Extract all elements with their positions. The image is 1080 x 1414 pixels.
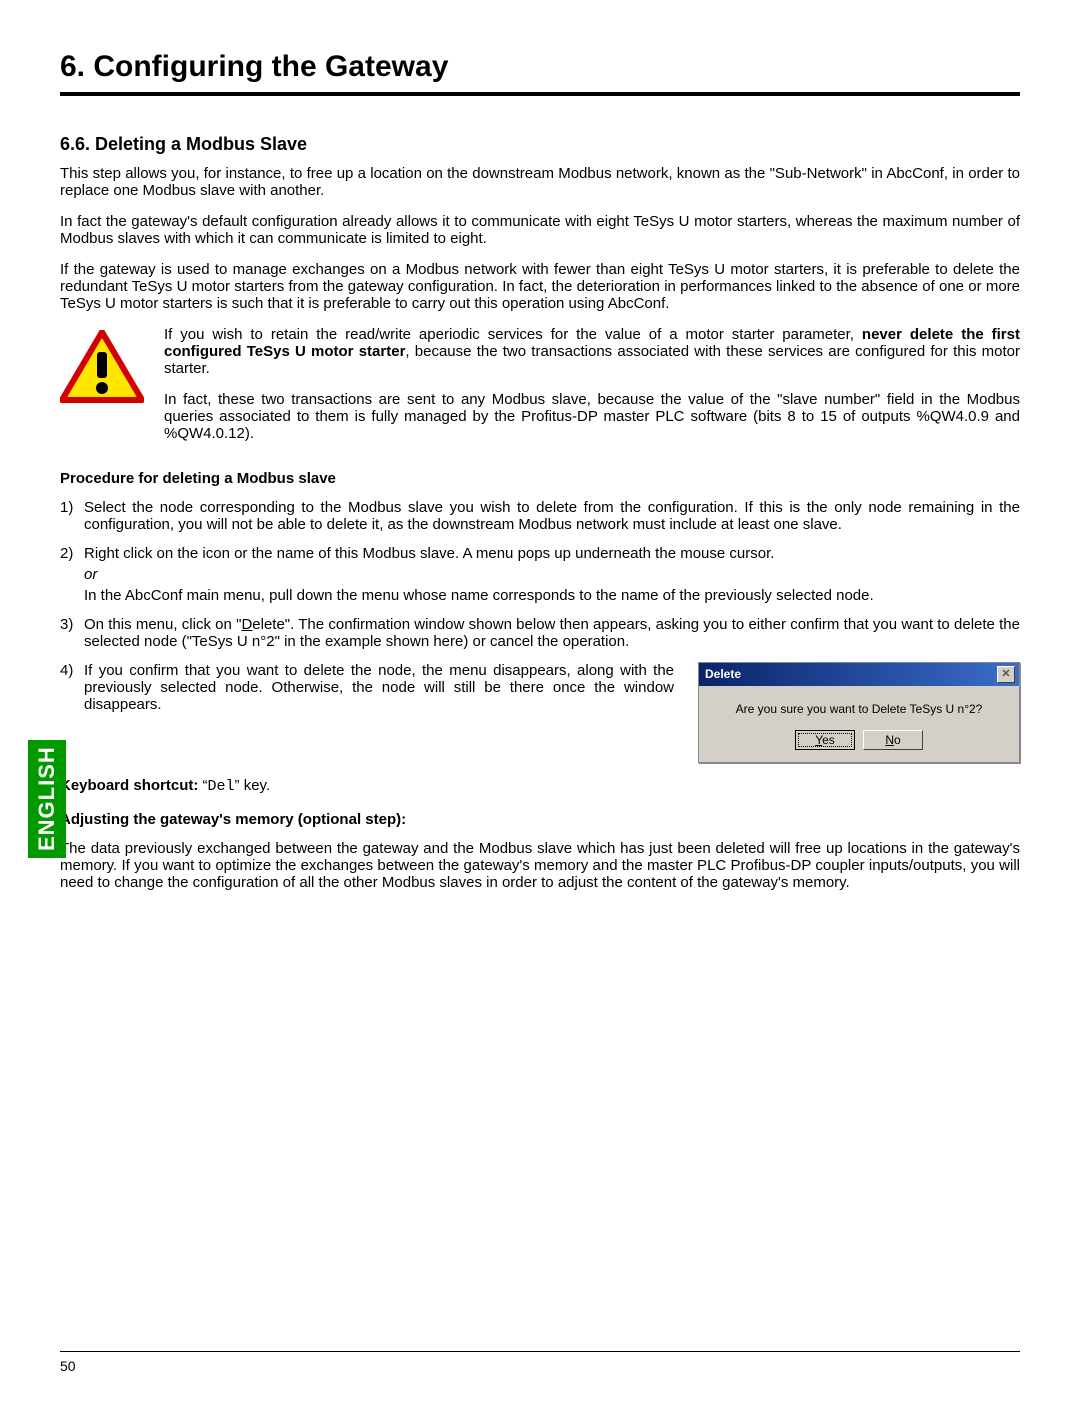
list-number: 1): [60, 499, 84, 533]
warning-paragraph: In fact, these two transactions are sent…: [164, 391, 1020, 442]
list-item: 2) Right click on the icon or the name o…: [60, 545, 1020, 604]
chapter-title: 6. Configuring the Gateway: [60, 50, 1020, 84]
page-number: 50: [60, 1358, 1020, 1374]
keyboard-shortcut-line: Keyboard shortcut: “Del” key.: [60, 777, 1020, 795]
yes-button[interactable]: Yes: [795, 730, 855, 750]
kbshort-suffix: key.: [244, 777, 270, 794]
list-body: Select the node corresponding to the Mod…: [84, 499, 1020, 533]
list-item: 1) Select the node corresponding to the …: [60, 499, 1020, 533]
warning-icon: [60, 330, 144, 456]
list-number: 3): [60, 616, 84, 650]
body-paragraph: In fact the gateway's default configurat…: [60, 213, 1020, 247]
text-span: If you wish to retain the read/write ape…: [164, 326, 862, 343]
kbshort-key: Del: [208, 778, 235, 795]
footer-rule: [60, 1351, 1020, 1352]
warning-paragraph: If you wish to retain the read/write ape…: [164, 326, 1020, 377]
delete-dialog: Delete ✕ Are you sure you want to Delete…: [698, 662, 1020, 763]
body-paragraph: If the gateway is used to manage exchang…: [60, 261, 1020, 312]
list-item: 3) On this menu, click on "Delete". The …: [60, 616, 1020, 650]
list-number: 4): [60, 662, 84, 713]
text-span: Right click on the icon or the name of t…: [84, 545, 774, 562]
body-paragraph: This step allows you, for instance, to f…: [60, 165, 1020, 199]
list-item: 4) If you confirm that you want to delet…: [60, 662, 674, 713]
dialog-message: Are you sure you want to Delete TeSys U …: [709, 702, 1009, 716]
or-label: or: [84, 566, 1020, 583]
list-number: 2): [60, 545, 84, 604]
adjust-heading: Adjusting the gateway's memory (optional…: [60, 811, 1020, 828]
dialog-title: Delete: [705, 667, 741, 681]
section-heading: 6.6. Deleting a Modbus Slave: [60, 134, 1020, 155]
text-span: In the AbcConf main menu, pull down the …: [84, 587, 874, 604]
chapter-rule: [60, 92, 1020, 96]
procedure-heading: Procedure for deleting a Modbus slave: [60, 470, 1020, 487]
list-body: On this menu, click on "Delete". The con…: [84, 616, 1020, 650]
body-paragraph: The data previously exchanged between th…: [60, 840, 1020, 891]
dialog-titlebar: Delete ✕: [699, 663, 1019, 686]
list-body: Right click on the icon or the name of t…: [84, 545, 1020, 604]
underline-letter: D: [241, 616, 252, 633]
language-tab: ENGLISH: [28, 740, 66, 858]
no-button[interactable]: No: [863, 730, 923, 750]
list-body: If you confirm that you want to delete t…: [84, 662, 674, 713]
text-span: On this menu, click on ": [84, 616, 241, 633]
close-icon[interactable]: ✕: [997, 666, 1015, 683]
kbshort-label: Keyboard shortcut:: [60, 777, 198, 794]
